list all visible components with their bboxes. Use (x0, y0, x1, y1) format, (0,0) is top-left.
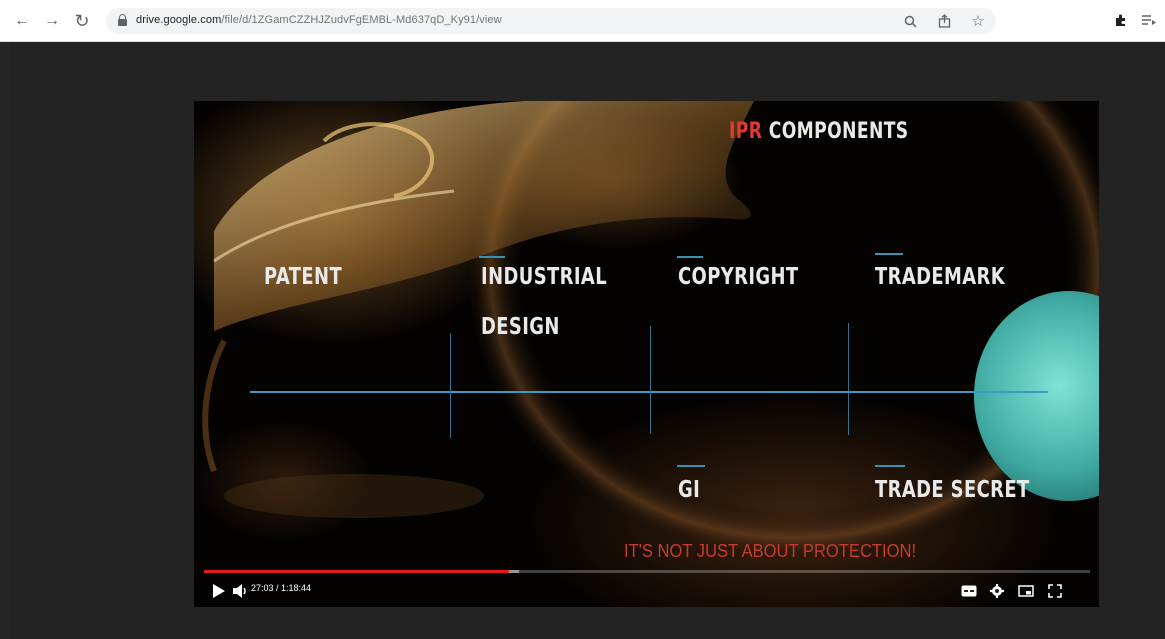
label-patent: PATENT (264, 264, 343, 290)
label-design: DESIGN (481, 314, 560, 340)
divider-line (650, 326, 651, 434)
volume-icon[interactable] (232, 581, 250, 601)
progress-played (204, 570, 509, 573)
back-arrow-icon[interactable]: ← (12, 11, 32, 31)
lock-icon[interactable] (118, 14, 127, 26)
captions-icon[interactable] (959, 581, 979, 601)
address-bar[interactable]: drive.google.com/file/d/1ZGamCZZHJZudvFg… (106, 8, 996, 34)
timeline-line (250, 391, 1048, 393)
left-edge (0, 42, 10, 639)
share-icon[interactable] (936, 12, 952, 30)
fullscreen-icon[interactable] (1045, 581, 1065, 601)
label-trade-secret: TRADE SECRET (875, 477, 1030, 503)
url-text[interactable]: drive.google.com/file/d/1ZGamCZZHJZudvFg… (136, 14, 502, 26)
play-icon[interactable] (210, 581, 228, 601)
slide-title-rest: COMPONENTS (768, 119, 909, 144)
settings-gear-icon[interactable] (987, 581, 1007, 601)
divider-line (848, 323, 849, 435)
extensions-icon[interactable] (1112, 10, 1130, 30)
playlist-icon[interactable] (1140, 10, 1158, 30)
miniplayer-icon[interactable] (1016, 581, 1036, 601)
slide-title: IPR COMPONENTS (729, 119, 909, 144)
zoom-icon[interactable] (902, 12, 918, 30)
label-copyright: COPYRIGHT (678, 264, 799, 290)
label-gi: GI (678, 477, 701, 503)
reload-icon[interactable]: ↻ (72, 11, 92, 31)
label-tick (875, 253, 903, 255)
slide-title-accent: IPR (729, 119, 763, 144)
label-industrial: INDUSTRIAL (481, 264, 608, 290)
label-tick (677, 256, 703, 258)
label-tick (479, 256, 505, 258)
label-tick (875, 465, 905, 467)
url-path: /file/d/1ZGamCZZHJZudvFgEMBL-Md637qD_Ky9… (221, 14, 502, 26)
star-icon[interactable]: ☆ (970, 12, 986, 30)
time-display: 27:03 / 1:18:44 (251, 583, 312, 593)
label-trademark: TRADEMARK (875, 264, 1006, 290)
light-bulb-image (202, 101, 1099, 561)
video-player[interactable]: IPR COMPONENTS PATENT INDUSTRIAL DESIGN … (194, 101, 1099, 607)
slide-tagline: IT'S NOT JUST ABOUT PROTECTION! (624, 541, 917, 561)
browser-toolbar: ← → ↻ drive.google.com/file/d/1ZGamCZZHJ… (0, 0, 1165, 42)
forward-arrow-icon[interactable]: → (42, 11, 62, 31)
progress-bar[interactable] (204, 570, 1090, 573)
divider-line (450, 333, 451, 438)
label-tick (677, 465, 705, 467)
player-controls: 27:03 / 1:18:44 (194, 575, 1099, 607)
url-host: drive.google.com (136, 14, 222, 26)
